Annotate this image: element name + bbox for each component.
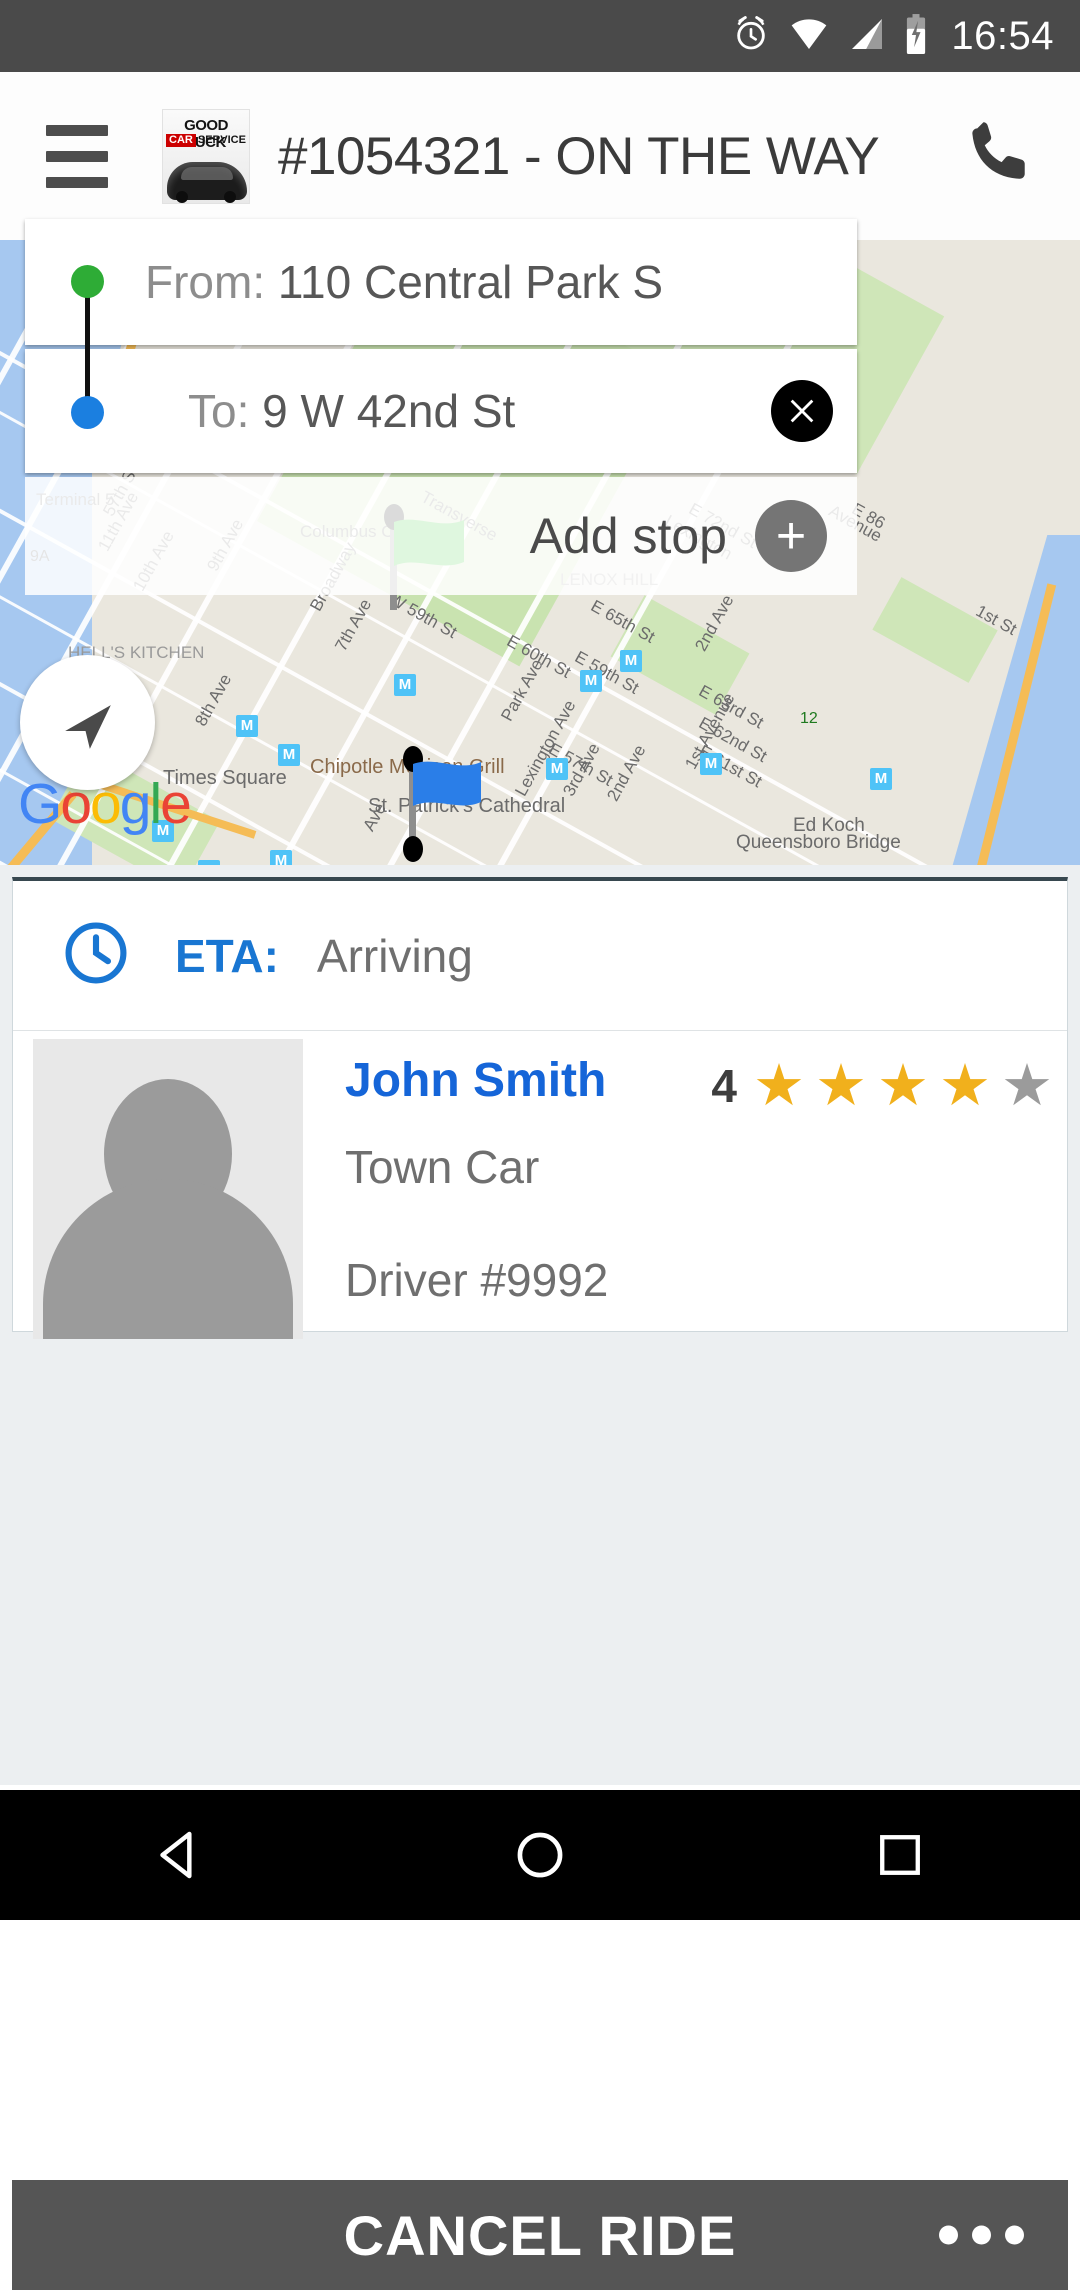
map-route-shield: 12: [800, 710, 818, 727]
dropoff-value: 9 W 42nd St: [262, 385, 516, 437]
add-stop-label: Add stop: [529, 508, 727, 564]
recents-square-icon[interactable]: [825, 1790, 975, 1920]
logo-car-badge: CAR: [166, 133, 196, 147]
logo-line2: SERVICE: [197, 134, 246, 146]
subway-marker: M: [278, 744, 300, 766]
alarm-icon: [731, 14, 771, 59]
blue-flag-marker: [413, 761, 481, 806]
rating-value: 4: [711, 1060, 737, 1112]
map-street-label: 7th Ave: [331, 595, 376, 655]
status-badge: 4 ★ ★ ★ ★ ★: [711, 1057, 1053, 1115]
subway-marker: M: [870, 768, 892, 790]
page-title: #1054321 - ON THE WAY: [278, 126, 880, 186]
star-icon: ★: [815, 1053, 867, 1118]
pickup-value: 110 Central Park S: [277, 256, 664, 308]
battery-charging-icon: [903, 13, 929, 60]
route-overlay: From: 110 Central Park S To: 9 W 42nd St…: [0, 210, 1080, 600]
pickup-address-field[interactable]: From: 110 Central Park S: [25, 219, 857, 345]
ride-info-card: ETA: Arriving John Smith Town Car Driver…: [12, 877, 1068, 1339]
driver-car-type: Town Car: [345, 1141, 540, 1193]
subway-marker: M: [580, 670, 602, 692]
map-street-label: 8th Ave: [191, 670, 236, 730]
add-stop-button[interactable]: Add stop +: [25, 477, 857, 595]
back-triangle-icon[interactable]: [105, 1790, 255, 1920]
signal-icon: [847, 14, 887, 59]
subway-marker: M: [236, 715, 258, 737]
cancel-ride-button[interactable]: CANCEL RIDE: [12, 2180, 1068, 2290]
logo-car-image: [167, 161, 247, 203]
driver-info: John Smith Town Car Driver #9992 4 ★ ★ ★…: [303, 1031, 1067, 1331]
avatar-body: [43, 1179, 293, 1339]
star-icon: ★: [939, 1053, 991, 1118]
eta-label: ETA:: [175, 929, 279, 982]
subway-marker: M: [700, 753, 722, 775]
star-icon: ★: [753, 1053, 805, 1118]
wifi-icon: [787, 14, 831, 59]
hamburger-menu-icon[interactable]: [46, 124, 154, 188]
plus-circle-icon[interactable]: +: [755, 500, 827, 572]
pickup-dot: [71, 265, 104, 298]
subway-marker: M: [394, 674, 416, 696]
pickup-label: From:: [145, 256, 266, 308]
home-circle-icon[interactable]: [465, 1790, 615, 1920]
subway-marker: M: [620, 650, 642, 672]
route-connector-line: [85, 280, 90, 410]
ride-details-panel: ETA: Arriving John Smith Town Car Driver…: [0, 865, 1080, 2290]
dropoff-flag-base: [403, 836, 423, 862]
close-circle-icon[interactable]: [771, 380, 833, 442]
status-bar-clock: 16:54: [951, 13, 1054, 58]
cancel-ride-label: CANCEL RIDE: [343, 2203, 737, 2267]
clock-icon: [61, 918, 131, 993]
driver-id: Driver #9992: [345, 1254, 609, 1306]
status-bar: 16:54: [0, 0, 1080, 72]
my-location-button[interactable]: [20, 655, 155, 790]
star-icon: ★: [1001, 1053, 1053, 1118]
eta-value: Arriving: [316, 929, 473, 982]
good-luck-car-service-logo: GOOD LUCK CAR SERVICE: [162, 108, 250, 204]
map-label: Queensboro Bridge: [736, 832, 901, 853]
android-navigation-bar: [0, 1790, 1080, 1920]
dropoff-address-field[interactable]: To: 9 W 42nd St: [25, 349, 857, 473]
more-dots-icon[interactable]: [939, 2225, 1024, 2245]
driver-row[interactable]: John Smith Town Car Driver #9992 4 ★ ★ ★…: [13, 1031, 1067, 1339]
dropoff-label: To:: [188, 385, 250, 437]
subway-marker: M: [270, 850, 292, 865]
phone-icon[interactable]: [956, 111, 1046, 201]
subway-marker: M: [546, 758, 568, 780]
dropoff-dot: [71, 396, 104, 429]
avatar: [33, 1039, 303, 1339]
dropoff-address-text: To: 9 W 42nd St: [188, 384, 515, 438]
star-icon: ★: [877, 1053, 929, 1118]
eta-row: ETA: Arriving: [13, 881, 1067, 1031]
pickup-address-text: From: 110 Central Park S: [145, 255, 663, 309]
